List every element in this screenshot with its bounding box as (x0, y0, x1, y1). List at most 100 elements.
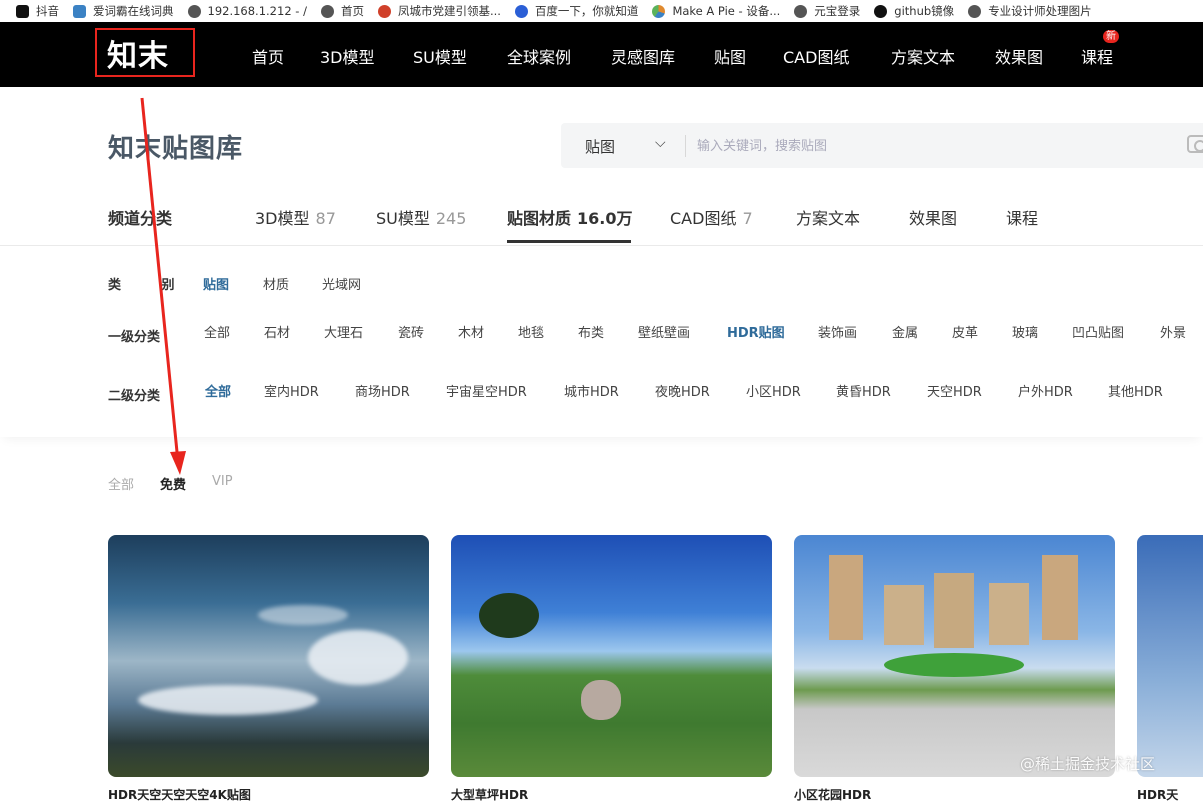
building-decoration (1042, 555, 1078, 640)
globe-icon (794, 4, 808, 18)
search-divider (685, 135, 686, 157)
filter-l1-exterior[interactable]: 外景 (1160, 322, 1186, 341)
filter-l1-hdr[interactable]: HDR贴图 (727, 322, 785, 341)
search-type-select[interactable]: 贴图 (585, 136, 615, 157)
building-decoration (934, 573, 974, 648)
filter-l1-bump[interactable]: 凹凸贴图 (1072, 322, 1124, 341)
card-title[interactable]: 小区花园HDR (794, 786, 871, 803)
pricing-all[interactable]: 全部 (108, 474, 134, 493)
nav-courses[interactable]: 课程 (1081, 44, 1113, 68)
globe-icon (187, 4, 201, 18)
search-bar: 贴图 ⌵ (561, 123, 1203, 168)
cloud-decoration (138, 685, 318, 715)
cloud-decoration (258, 605, 348, 625)
filter-l1-marble[interactable]: 大理石 (324, 322, 363, 341)
globe-icon (968, 4, 982, 18)
texture-card-garden[interactable] (794, 535, 1115, 777)
filter-l1-wallpaper[interactable]: 壁纸壁画 (638, 322, 690, 341)
building-decoration (884, 585, 924, 645)
bookmark-iciba[interactable]: 爱词霸在线词典 (73, 0, 174, 22)
filter-l2-all[interactable]: 全部 (205, 381, 231, 400)
active-tab-underline (507, 240, 631, 243)
bookmark-local-server[interactable]: 192.168.1.212 - / (187, 0, 307, 22)
rock-decoration (581, 680, 621, 720)
filter-l2-dusk[interactable]: 黄昏HDR (836, 381, 891, 400)
tab-courses[interactable]: 课程 (1006, 205, 1038, 229)
dictionary-icon (73, 4, 86, 18)
filter-category-ies[interactable]: 光域网 (322, 274, 361, 293)
nav-su-models[interactable]: SU模型 (413, 44, 467, 68)
bookmarks-bar: 抖音 爱词霸在线词典 192.168.1.212 - / 首页 凤城市党建引领基… (0, 0, 1203, 22)
tab-textures-materials[interactable]: 贴图材质 16.0万 (507, 205, 633, 229)
building-decoration (829, 555, 863, 640)
nav-home[interactable]: 首页 (252, 44, 284, 68)
bookmark-makeapie[interactable]: Make A Pie - 设备... (652, 0, 780, 22)
filter-label-level1: 一级分类 (108, 330, 161, 345)
filter-l1-fabric[interactable]: 布类 (578, 322, 604, 341)
top-navbar: 知末 首页 3D模型 SU模型 全球案例 灵感图库 贴图 CAD图纸 方案文本 … (0, 22, 1203, 87)
card-title[interactable]: HDR天 (1137, 786, 1178, 803)
cloud-decoration (308, 630, 408, 685)
filter-l2-sky[interactable]: 天空HDR (927, 381, 982, 400)
filter-l2-mall[interactable]: 商场HDR (355, 381, 410, 400)
filter-l2-night[interactable]: 夜晚HDR (655, 381, 710, 400)
nav-textures[interactable]: 贴图 (714, 44, 746, 68)
filter-l2-other[interactable]: 其他HDR (1108, 381, 1163, 400)
filter-label-level2: 二级分类 (108, 389, 161, 404)
filter-category-materials[interactable]: 材质 (263, 274, 289, 293)
filter-l1-carpet[interactable]: 地毯 (518, 322, 544, 341)
pricing-vip[interactable]: VIP (212, 474, 233, 489)
nav-renderings[interactable]: 效果图 (995, 44, 1043, 68)
bookmark-github[interactable]: github镜像 (874, 0, 954, 22)
filter-l1-wood[interactable]: 木材 (458, 322, 484, 341)
nav-3d-models[interactable]: 3D模型 (320, 44, 375, 68)
tab-3d-models[interactable]: 3D模型 87 (255, 205, 336, 229)
filter-l2-city[interactable]: 城市HDR (564, 381, 619, 400)
github-icon (874, 4, 888, 18)
camera-icon[interactable] (1187, 135, 1203, 153)
filter-l2-indoor[interactable]: 室内HDR (264, 381, 319, 400)
new-badge: 新 (1103, 30, 1119, 43)
filter-l2-community[interactable]: 小区HDR (746, 381, 801, 400)
building-decoration (989, 583, 1029, 645)
watermark: @稀土掘金技术社区 (1020, 755, 1156, 773)
search-input[interactable] (697, 131, 1177, 161)
filter-l2-outdoor[interactable]: 户外HDR (1018, 381, 1073, 400)
douyin-icon (16, 4, 29, 18)
card-title[interactable]: 大型草坪HDR (451, 786, 528, 803)
emblem-icon (377, 4, 391, 18)
nav-cad[interactable]: CAD图纸 (783, 44, 849, 68)
channel-label: 频道分类 (108, 209, 173, 228)
bookmark-baidu[interactable]: 百度一下，你就知道 (514, 0, 638, 22)
texture-card-sky[interactable] (108, 535, 429, 777)
filter-category-textures[interactable]: 贴图 (203, 274, 229, 293)
card-title[interactable]: HDR天空天空天空4K贴图 (108, 786, 251, 803)
tab-su-models[interactable]: SU模型 245 (376, 205, 466, 229)
page-title: 知末贴图库 (108, 134, 244, 164)
bookmark-home[interactable]: 首页 (320, 0, 364, 22)
filter-l1-decor[interactable]: 装饰画 (818, 322, 857, 341)
filter-l1-glass[interactable]: 玻璃 (1012, 322, 1038, 341)
filter-l1-all[interactable]: 全部 (204, 322, 230, 341)
filter-l2-space[interactable]: 宇宙星空HDR (446, 381, 527, 400)
nav-global-cases[interactable]: 全球案例 (507, 44, 571, 68)
filter-l1-stone[interactable]: 石材 (264, 322, 290, 341)
nav-inspiration[interactable]: 灵感图库 (611, 44, 675, 68)
bookmark-yuanbao[interactable]: 元宝登录 (794, 0, 860, 22)
tab-cad[interactable]: CAD图纸 7 (670, 205, 753, 229)
chevron-down-icon[interactable]: ⌵ (655, 135, 666, 151)
texture-card-lawn[interactable] (451, 535, 772, 777)
tab-renderings[interactable]: 效果图 (909, 205, 957, 229)
bookmark-fengcheng[interactable]: 凤城市党建引领基... (377, 0, 501, 22)
tab-proposals[interactable]: 方案文本 (796, 205, 860, 229)
site-logo[interactable]: 知末 (95, 28, 195, 77)
filter-l1-leather[interactable]: 皮革 (952, 322, 978, 341)
tree-decoration (479, 593, 539, 638)
nav-proposals[interactable]: 方案文本 (891, 44, 955, 68)
bookmark-designer[interactable]: 专业设计师处理图片 (968, 0, 1092, 22)
filter-l1-tile[interactable]: 瓷砖 (398, 322, 424, 341)
bookmark-douyin[interactable]: 抖音 (16, 0, 59, 22)
filter-l1-metal[interactable]: 金属 (892, 322, 918, 341)
pricing-free[interactable]: 免费 (160, 474, 186, 493)
texture-card-partial[interactable] (1137, 535, 1203, 777)
